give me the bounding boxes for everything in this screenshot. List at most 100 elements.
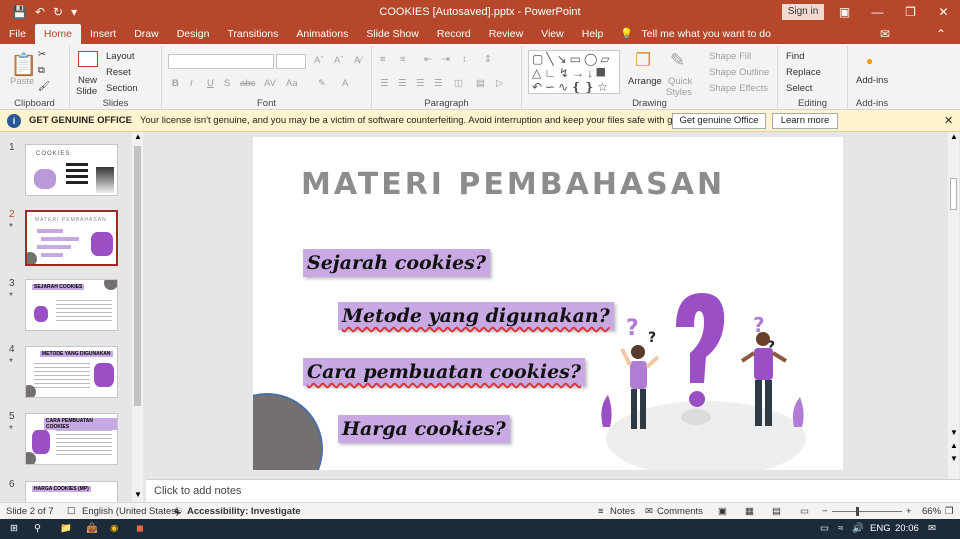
align-center-icon[interactable]: ☰: [398, 78, 407, 89]
cut-icon[interactable]: ✂: [38, 49, 46, 60]
normal-view-icon[interactable]: ▣: [718, 506, 727, 517]
tab-review[interactable]: Review: [480, 24, 532, 44]
item-harga[interactable]: Harga cookies?: [338, 415, 510, 443]
slide-scroll-up-icon[interactable]: ▲: [950, 132, 958, 141]
tab-help[interactable]: Help: [573, 24, 613, 44]
comments-button[interactable]: Comments: [657, 506, 703, 517]
zoom-in-icon[interactable]: +: [906, 506, 912, 517]
item-metode[interactable]: Metode yang digunakan?: [338, 302, 614, 330]
slide-canvas[interactable]: MATERI PEMBAHASAN Sejarah cookies? Metod…: [253, 137, 843, 470]
arrange-icon[interactable]: ❐: [635, 50, 651, 71]
quick-styles-button[interactable]: Quick: [668, 76, 692, 87]
close-notice-icon[interactable]: ✕: [944, 114, 953, 127]
undo-icon[interactable]: ↶: [35, 5, 45, 19]
store-icon[interactable]: 👜: [86, 523, 98, 534]
clock[interactable]: 20:06: [895, 523, 919, 534]
tab-home[interactable]: Home: [34, 24, 81, 44]
slide-scroll-down-icon[interactable]: ▼: [950, 428, 958, 437]
notifications-icon[interactable]: ✉: [928, 523, 936, 534]
accessibility-icon[interactable]: ☯: [174, 506, 183, 517]
quick-styles-button-2[interactable]: Styles: [666, 87, 692, 98]
customize-toolbar-icon[interactable]: ▾: [71, 5, 77, 19]
tell-me-search[interactable]: Tell me what you want to do: [633, 24, 771, 44]
slideshow-icon[interactable]: ▭: [800, 506, 809, 517]
file-explorer-icon[interactable]: 📁: [60, 523, 72, 534]
italic-icon[interactable]: I: [190, 78, 193, 89]
zoom-out-icon[interactable]: −: [822, 506, 828, 517]
replace-button[interactable]: Replace: [786, 67, 821, 78]
slide-scroll-thumb[interactable]: [950, 178, 957, 210]
fit-slide-icon[interactable]: ❐: [945, 506, 954, 517]
language-status[interactable]: English (United States): [82, 506, 179, 517]
align-left-icon[interactable]: ☰: [380, 78, 389, 89]
decrease-indent-icon[interactable]: ⇤: [424, 54, 432, 65]
numbering-icon[interactable]: ≡: [400, 54, 406, 65]
new-slide-icon[interactable]: [78, 51, 98, 67]
shapes-gallery[interactable]: ▢╲↘▭◯▱ △∟↯→↓⯀ ↶∽∿❴❵☆: [528, 50, 620, 94]
shape-effects-button[interactable]: Shape Effects: [709, 83, 768, 94]
slide-thumbnail-3[interactable]: SEJARAH COOKIES: [25, 279, 118, 331]
volume-icon[interactable]: 🔊: [852, 523, 864, 534]
tab-design[interactable]: Design: [168, 24, 219, 44]
start-icon[interactable]: ⊞: [10, 523, 18, 534]
notes-pane[interactable]: Click to add notes: [146, 479, 960, 502]
reading-view-icon[interactable]: ▤: [772, 506, 781, 517]
slide-scrollbar[interactable]: ▲ ▼ ▲ ▼: [948, 132, 959, 502]
quick-styles-icon[interactable]: ✎: [670, 50, 685, 71]
search-icon[interactable]: ⚲: [34, 523, 41, 534]
learn-more-button[interactable]: Learn more: [772, 113, 838, 129]
tab-slide-show[interactable]: Slide Show: [357, 24, 428, 44]
slide-title[interactable]: MATERI PEMBAHASAN: [301, 167, 725, 202]
strikethrough-icon[interactable]: abc: [240, 78, 255, 89]
get-genuine-office-button[interactable]: Get genuine Office: [672, 113, 766, 129]
addins-button[interactable]: Add-ins: [856, 75, 888, 86]
spacing-icon[interactable]: AV: [264, 78, 276, 89]
save-icon[interactable]: 💾: [12, 5, 27, 19]
powerpoint-icon[interactable]: ◼: [136, 523, 144, 534]
tab-file[interactable]: File: [0, 24, 35, 44]
sign-in-button[interactable]: Sign in: [782, 4, 824, 20]
zoom-slider[interactable]: [832, 511, 902, 512]
find-button[interactable]: Find: [786, 51, 804, 62]
font-name-box[interactable]: [168, 54, 274, 69]
item-sejarah[interactable]: Sejarah cookies?: [303, 249, 490, 277]
zoom-slider-thumb[interactable]: [856, 507, 859, 516]
chrome-icon[interactable]: ◉: [110, 523, 118, 534]
scroll-up-icon[interactable]: ▲: [134, 132, 142, 141]
tab-draw[interactable]: Draw: [125, 24, 168, 44]
shape-fill-button[interactable]: Shape Fill: [709, 51, 751, 62]
align-right-icon[interactable]: ☰: [416, 78, 425, 89]
previous-slide-icon[interactable]: ▲: [950, 441, 958, 450]
tab-record[interactable]: Record: [428, 24, 480, 44]
scroll-down-icon[interactable]: ▼: [134, 490, 142, 499]
paste-icon[interactable]: 📋: [10, 52, 37, 78]
comment-icon[interactable]: ✉: [880, 27, 890, 41]
paste-button[interactable]: Paste: [10, 76, 34, 87]
battery-icon[interactable]: ▭: [820, 523, 829, 534]
line-spacing-icon[interactable]: ↕: [462, 54, 467, 65]
underline-icon[interactable]: U: [207, 78, 214, 89]
thumbnails-scrollbar[interactable]: ▲ ▼: [132, 132, 143, 502]
minimize-icon[interactable]: —: [861, 0, 894, 24]
shape-outline-button[interactable]: Shape Outline: [709, 67, 769, 78]
tab-transitions[interactable]: Transitions: [218, 24, 287, 44]
layout-button[interactable]: Layout: [106, 51, 135, 62]
bold-icon[interactable]: B: [172, 78, 179, 89]
slide-thumbnail-1[interactable]: COOKIES: [25, 144, 118, 196]
new-slide-button[interactable]: New: [78, 75, 97, 86]
font-color-icon[interactable]: A: [342, 78, 348, 89]
tab-animations[interactable]: Animations: [287, 24, 357, 44]
collapse-ribbon-icon[interactable]: ⌃: [936, 27, 946, 41]
increase-indent-icon[interactable]: ⇥: [442, 54, 450, 65]
redo-icon[interactable]: ↻: [53, 5, 63, 19]
decrease-font-icon[interactable]: Aˇ: [334, 55, 344, 66]
accessibility-status[interactable]: Accessibility: Investigate: [187, 506, 301, 517]
wifi-icon[interactable]: ≈: [838, 523, 843, 534]
copy-icon[interactable]: ⧉: [38, 65, 45, 76]
new-slide-button-2[interactable]: Slide: [76, 86, 97, 97]
addins-icon[interactable]: ●: [866, 54, 873, 68]
format-painter-icon[interactable]: 🖌: [38, 81, 50, 92]
align-text-icon[interactable]: ▤: [476, 78, 485, 89]
input-language[interactable]: ENG: [870, 523, 891, 534]
maximize-icon[interactable]: ❐: [894, 0, 927, 24]
